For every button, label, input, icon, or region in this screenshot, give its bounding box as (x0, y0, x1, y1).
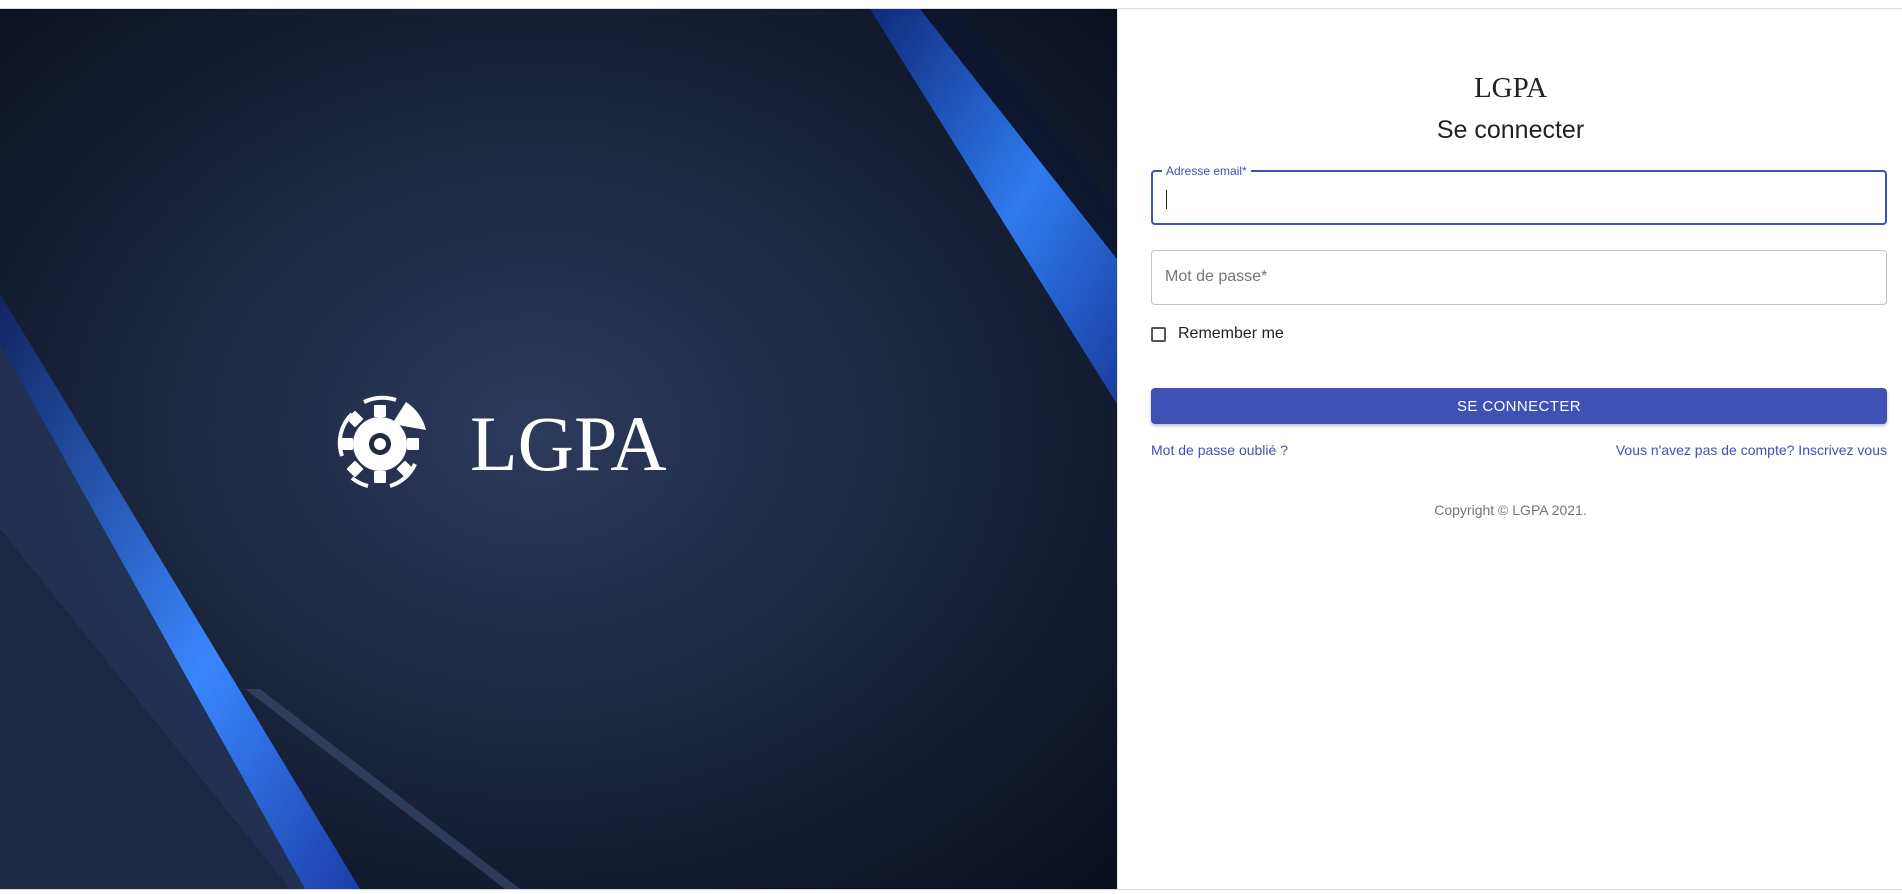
remember-me-label[interactable]: Remember me (1178, 325, 1284, 343)
page-title: Se connecter (1436, 116, 1585, 144)
hero-brand: LGPA (330, 394, 667, 494)
remember-me-checkbox-row[interactable]: Remember me (1151, 325, 1284, 343)
bottom-divider (0, 889, 1902, 890)
hero-brand-name: LGPA (470, 400, 667, 487)
password-field[interactable]: Mot de passe* (1151, 250, 1887, 305)
text-caret (1166, 190, 1167, 209)
signup-link[interactable]: Vous n'avez pas de compte? Inscrivez vou… (1616, 442, 1887, 458)
email-field[interactable]: Adresse email* (1151, 164, 1887, 225)
app-name: LGPA (1473, 72, 1548, 104)
hero-panel: LGPA (0, 9, 1117, 889)
login-panel: LGPA Se connecter Adresse email* Mot de … (1117, 9, 1902, 889)
password-input[interactable] (1164, 251, 1864, 304)
sign-in-button[interactable]: SE CONNECTER (1151, 388, 1887, 424)
email-input[interactable] (1165, 172, 1865, 223)
copyright-text: Copyright © LGPA 2021. (1434, 502, 1587, 518)
gear-logo-icon (337, 395, 426, 488)
checkbox-icon[interactable] (1151, 326, 1166, 342)
forgot-password-link[interactable]: Mot de passe oublié ? (1151, 442, 1288, 458)
